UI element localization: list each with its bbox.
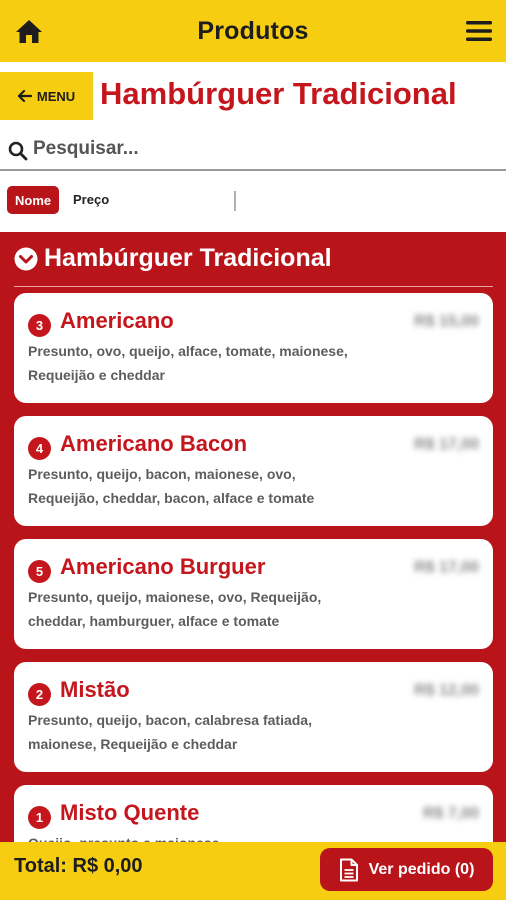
product-name: Americano Burguer [60,554,266,579]
product-number-badge: 1 [28,806,51,829]
product-price: R$ 17,00 [414,436,479,453]
home-button[interactable] [12,14,46,48]
back-to-menu-button[interactable]: MENU [0,72,93,120]
back-menu-label: MENU [36,88,76,104]
product-description: Presunto, queijo, maionese, ovo, Requeij… [28,589,322,629]
product-number-badge: 3 [28,314,51,337]
document-icon [339,858,358,881]
product-card[interactable]: 5 Americano Burguer R$ 17,00 Presunto, q… [14,539,493,649]
home-icon [16,20,42,43]
view-order-button[interactable]: Ver pedido (0) [320,848,493,891]
category-title: Hambúrguer Tradicional [100,76,457,111]
sort-divider [234,191,236,211]
sort-bar: Nome Preço [0,171,506,232]
sort-by-name-button[interactable]: Nome [7,186,60,214]
product-card[interactable]: 1 Misto Quente R$ 7,00 Queijo, presunto … [14,785,493,842]
product-price: R$ 17,00 [414,559,479,576]
product-description: Queijo, presunto e maionese [28,831,358,842]
menu-button[interactable] [464,16,494,46]
section-header[interactable]: Hambúrguer Tradicional [14,244,332,273]
product-card[interactable]: 4 Americano Bacon R$ 17,00 Presunto, que… [14,416,493,526]
product-name: Misto Quente [60,800,200,825]
product-price: R$ 12,00 [414,682,479,699]
chevron-down-circle-icon [14,247,38,270]
product-card[interactable]: 2 Mistão R$ 12,00 Presunto, queijo, baco… [14,662,493,772]
product-name: Americano Bacon [60,431,248,456]
search-icon [8,141,28,161]
search-bar [0,128,506,171]
hamburger-menu-icon [466,21,492,41]
top-bar: Produtos [0,0,506,62]
arrow-left-icon [17,90,32,102]
product-card[interactable]: 3 Americano R$ 15,00 Presunto, ovo, quei… [14,293,493,403]
footer-bar: Total: R$ 0,00 Ver pedido (0) [0,842,506,900]
product-price: R$ 7,00 [422,805,479,822]
sub-header: MENU Hambúrguer Tradicional [0,62,506,128]
product-number-badge: 4 [28,437,51,460]
product-description: Presunto, queijo, bacon, maionese, ovo, … [28,466,315,506]
product-price: R$ 15,00 [414,313,479,330]
product-list: Hambúrguer Tradicional 3 Americano R$ 15… [0,232,506,842]
section-title: Hambúrguer Tradicional [44,244,332,272]
sort-by-price-button[interactable]: Preço [73,192,109,207]
page-header-title: Produtos [197,16,309,45]
search-input[interactable] [33,134,493,164]
product-name: Americano [60,308,174,333]
product-description: Presunto, queijo, bacon, calabresa fatia… [28,712,312,752]
product-description: Presunto, ovo, queijo, alface, tomate, m… [28,343,348,383]
section-divider [14,286,493,287]
view-order-label: Ver pedido (0) [368,860,475,878]
product-number-badge: 5 [28,560,51,583]
product-number-badge: 2 [28,683,51,706]
product-name: Mistão [60,677,130,702]
order-total: Total: R$ 0,00 [14,855,143,877]
